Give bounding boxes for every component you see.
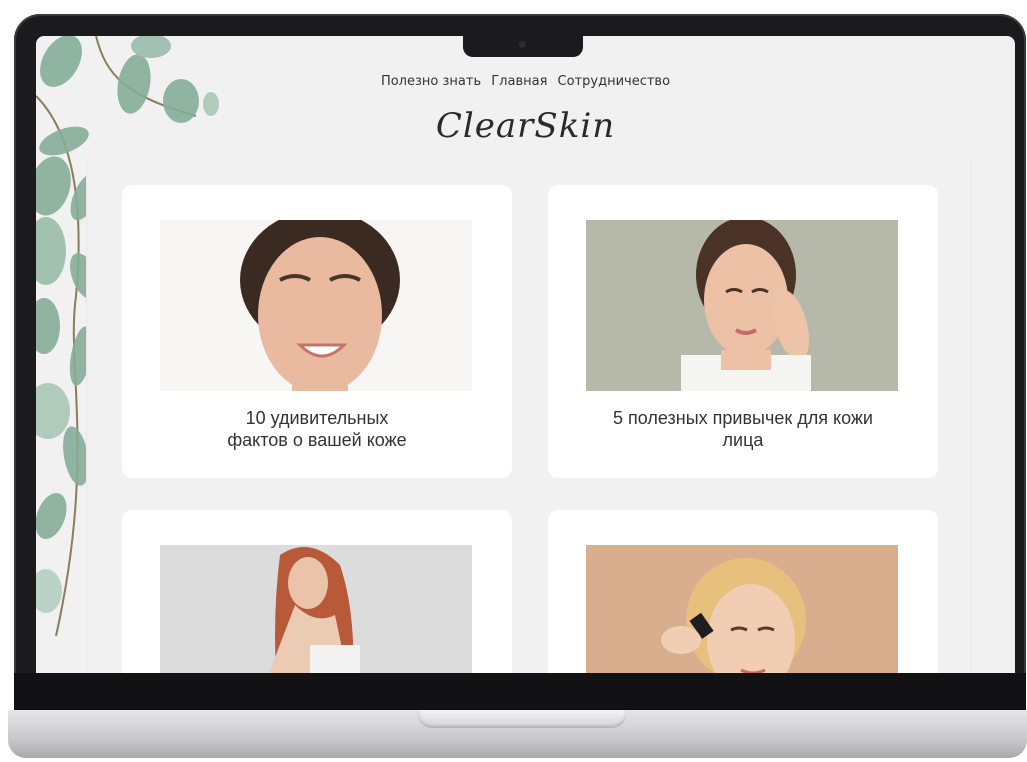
article-image-redhead-woman[interactable] (160, 545, 472, 673)
site-logo[interactable]: ClearSkin (36, 106, 1015, 146)
article-card[interactable] (122, 510, 512, 673)
laptop-bezel-bottom (14, 673, 1026, 713)
article-image-woman-hands[interactable] (586, 220, 898, 391)
nav-link-cooperation[interactable]: Сотрудничество (558, 74, 671, 89)
article-title-1[interactable]: 10 удивительных фактов о вашей коже (122, 407, 512, 451)
camera-icon (519, 41, 526, 48)
article-title-line: лица (722, 430, 764, 450)
nav-link-useful[interactable]: Полезно знать (381, 74, 481, 89)
nav-link-home[interactable]: Главная (491, 74, 547, 89)
article-title-2[interactable]: 5 полезных привычек для кожи лица (548, 407, 938, 451)
camera-notch (463, 36, 583, 57)
article-card[interactable] (548, 510, 938, 673)
article-image-freckled-woman[interactable] (160, 220, 472, 391)
laptop-base-groove (418, 710, 626, 728)
article-title-line: фактов о вашей коже (227, 430, 407, 450)
browser-screen: Полезно знать Главная Сотрудничество Cle… (36, 36, 1015, 673)
article-card[interactable]: 10 удивительных фактов о вашей коже (122, 185, 512, 478)
top-navigation: Полезно знать Главная Сотрудничество (36, 74, 1015, 89)
article-title-line: 10 удивительных (245, 408, 389, 428)
article-card[interactable]: 5 полезных привычек для кожи лица (548, 185, 938, 478)
article-image-blonde-woman[interactable] (586, 545, 898, 673)
articles-panel: 10 удивительных фактов о вашей коже 5 по… (86, 158, 972, 673)
article-title-line: 5 полезных привычек для кожи (613, 408, 873, 428)
